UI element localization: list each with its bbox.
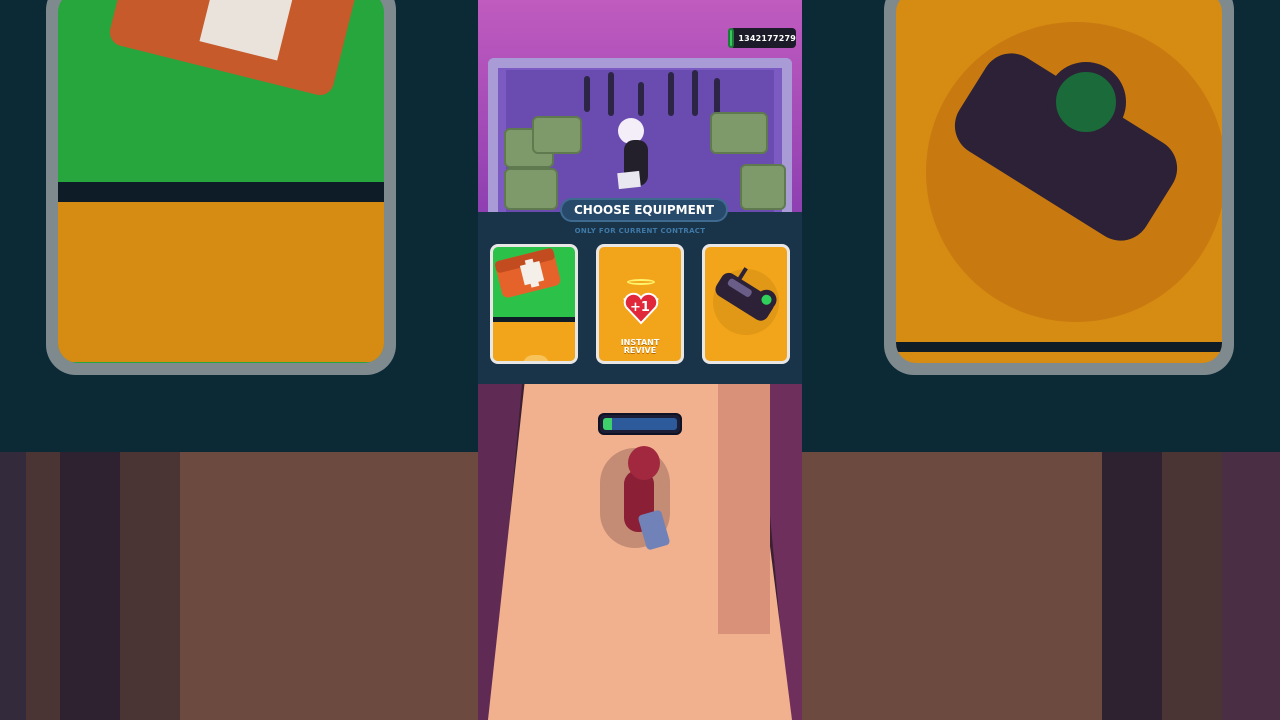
weapon-rack-item [638,82,644,116]
night-vision-goggles-icon [715,267,777,321]
weapon-rack-item [584,76,590,112]
backdrop-left [0,0,478,720]
equipment-card-night-vision[interactable] [702,244,790,364]
game-stage: 1342177279 CHOOSE EQUIPMENT ONLY FOR CUR… [0,0,1280,720]
cash-stack [532,116,582,154]
backdrop-goggles-card [884,0,1234,375]
player-head [628,446,660,480]
money-counter: 1342177279 [728,28,796,48]
equipment-label: INSTANT REVIVE [620,338,660,355]
panel-title: CHOOSE EQUIPMENT [560,198,728,222]
loot-progress-fill [603,418,612,430]
panel-subtitle: ONLY FOR CURRENT CONTRACT [574,227,706,235]
weapon-rack-item [668,72,674,116]
cash-stack [740,164,786,210]
backdrop-medkit-card [46,0,396,375]
weapon-rack-item [714,78,720,114]
medkit-icon [495,248,561,298]
weapon-rack-item [608,72,614,116]
money-amount: 1342177279 [738,33,796,43]
equipment-card-medkit[interactable] [490,244,578,364]
contract-paper [617,170,641,190]
equipment-card-instant-revive[interactable]: +1 INSTANT REVIVE [596,244,684,364]
cash-stack [710,112,768,154]
halo-icon [627,279,655,285]
revive-count-badge: +1 [630,300,650,315]
cash-stack [504,168,558,210]
weapon-rack-item [692,70,698,116]
loot-progress-bar [598,413,682,435]
backdrop-right [802,0,1280,720]
game-viewport: 1342177279 CHOOSE EQUIPMENT ONLY FOR CUR… [478,0,802,720]
cash-icon [728,28,735,48]
